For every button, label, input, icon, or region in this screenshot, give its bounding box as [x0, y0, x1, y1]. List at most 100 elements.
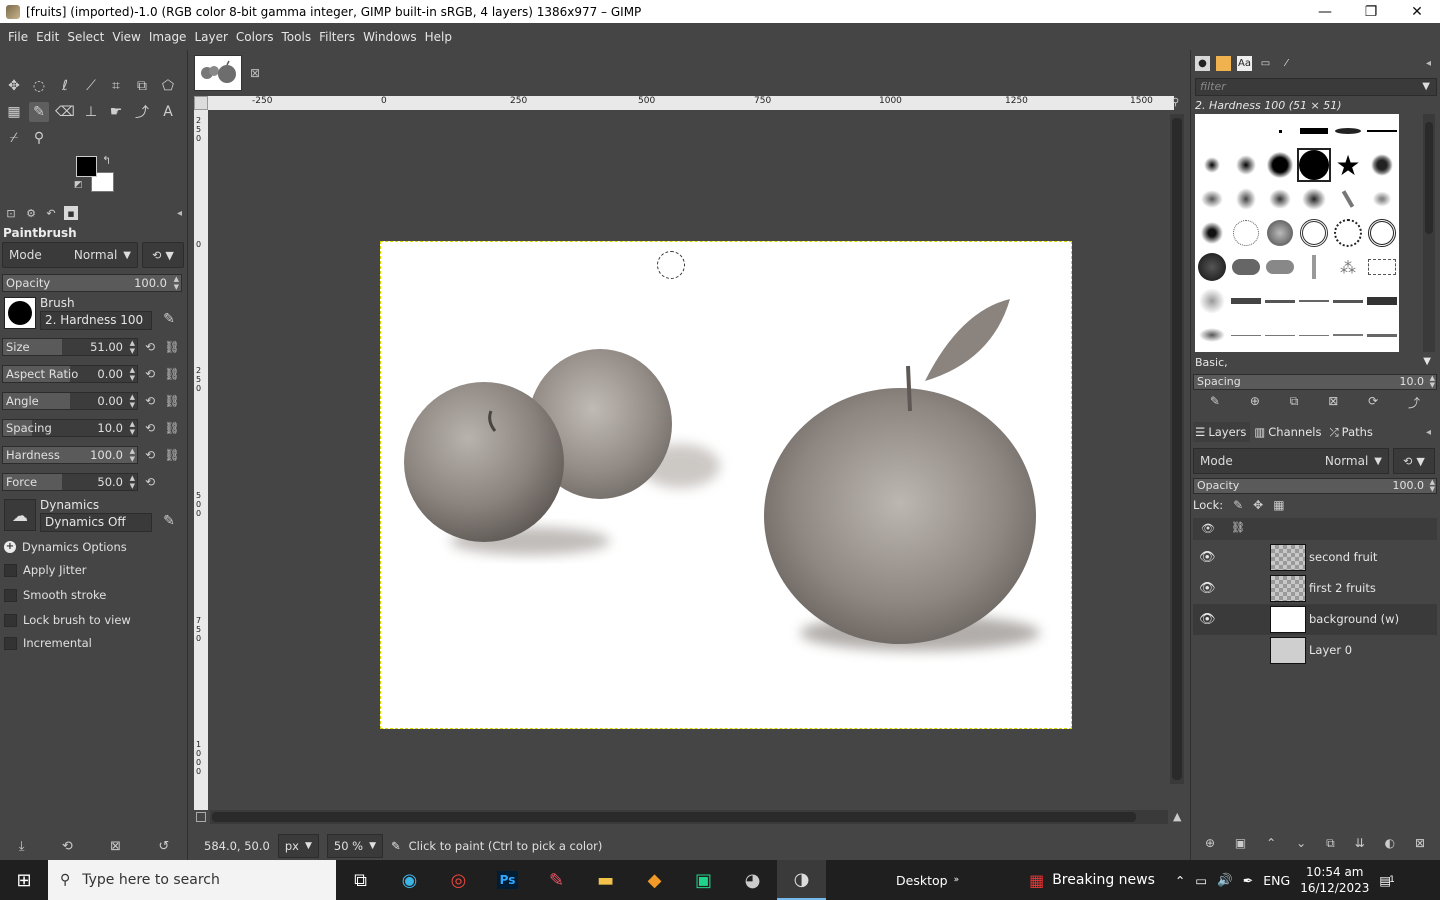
brush-dots-icon[interactable]	[1195, 216, 1229, 250]
fonts-tab-icon[interactable]: Aa	[1237, 55, 1252, 71]
minimize-button[interactable]: —	[1302, 0, 1348, 23]
link-aspect-icon[interactable]: ⛓	[164, 365, 180, 383]
apply-jitter-checkbox[interactable]: Apply Jitter	[4, 563, 87, 577]
edit-dynamics-icon[interactable]: ✎	[158, 510, 180, 532]
menu-tools[interactable]: Tools	[278, 30, 316, 44]
menu-colors[interactable]: Colors	[232, 30, 278, 44]
foreground-color-swatch[interactable]	[76, 156, 97, 177]
brush-stroke-5-icon[interactable]	[1365, 284, 1399, 318]
spin-arrows-icon[interactable]: ▲ ▼	[130, 447, 135, 463]
new-layer-icon[interactable]: ⊕	[1205, 836, 1215, 854]
edit-brush-button-icon[interactable]: ✎	[1210, 394, 1220, 412]
layer-mode-select[interactable]: Mode Normal ▼	[1193, 448, 1389, 474]
lock-position-icon[interactable]: ✥	[1253, 498, 1263, 512]
layer-name[interactable]: Layer 0	[1309, 643, 1352, 657]
reset-aspect-icon[interactable]: ⟲	[142, 365, 158, 383]
fuzzy-select-icon[interactable]: ⟋	[81, 76, 101, 96]
aspect-ratio-slider[interactable]: Aspect Ratio 0.00 ▲ ▼	[2, 365, 138, 383]
brush-grid-scrollbar[interactable]	[1423, 114, 1435, 352]
lock-pixels-icon[interactable]: ✎	[1233, 498, 1243, 512]
image-tab-thumbnail[interactable]	[194, 55, 242, 91]
pen-icon[interactable]: ✒	[1243, 873, 1253, 888]
menu-image[interactable]: Image	[145, 30, 191, 44]
paths-icon[interactable]: ⤴	[132, 102, 152, 122]
zoom-icon[interactable]: ⚲	[29, 128, 49, 148]
paint-icon[interactable]: ✎	[532, 860, 581, 900]
edge-icon[interactable]: ◉	[385, 860, 434, 900]
windows-start-icon[interactable]: ⊞	[0, 860, 48, 900]
reset-force-icon[interactable]: ⟲	[142, 473, 158, 491]
spacing-slider[interactable]: Spacing 10.0 ▲ ▼	[2, 419, 138, 437]
brush-thin-3-icon[interactable]	[1297, 318, 1331, 352]
layer-row[interactable]: Layer 0	[1193, 635, 1437, 666]
menu-file[interactable]: File	[4, 30, 32, 44]
restore-preset-icon[interactable]: ⟲	[62, 839, 73, 854]
brush-preview[interactable]	[4, 297, 36, 329]
horizontal-ruler[interactable]: -250 0 250 500 750 1000 1250 1500	[208, 96, 1174, 110]
brush-thin-1-icon[interactable]	[1229, 318, 1263, 352]
zoom-select[interactable]: 50 % ▼	[326, 834, 384, 858]
images-tab-icon[interactable]: ▪	[64, 206, 78, 220]
delete-brush-icon[interactable]: ⊠	[1328, 394, 1338, 412]
edit-brush-icon[interactable]: ✎	[158, 308, 180, 330]
duplicate-brush-icon[interactable]: ⧉	[1290, 394, 1299, 412]
brush-hardness-100-icon[interactable]	[1297, 148, 1331, 182]
reset-spacing-icon[interactable]: ⟲	[142, 419, 158, 437]
layer-row[interactable]: 👁 second fruit	[1193, 542, 1437, 573]
move-tool-icon[interactable]: ✥	[4, 76, 24, 96]
reset-size-icon[interactable]: ⟲	[142, 338, 158, 356]
sublime-icon[interactable]: ◆	[630, 860, 679, 900]
gimp-window-icon[interactable]: ◑	[777, 860, 826, 900]
snipping-tool-icon[interactable]: ▣	[679, 860, 728, 900]
layer-name[interactable]: first 2 fruits	[1309, 581, 1376, 595]
layer-opacity-slider[interactable]: Opacity 100.0 ▲ ▼	[1193, 478, 1437, 494]
brush-tag-select[interactable]: Basic, ▼	[1195, 356, 1437, 372]
dynamics-name-field[interactable]: Dynamics Off	[40, 513, 152, 532]
brush-grunge-icon[interactable]	[1195, 250, 1229, 284]
brush-texture-5-icon[interactable]	[1331, 182, 1365, 216]
restore-button[interactable]: ❐	[1348, 0, 1394, 23]
brush-fuzzy-icon[interactable]	[1229, 148, 1263, 182]
image-canvas[interactable]	[380, 241, 1072, 729]
menu-help[interactable]: Help	[421, 30, 456, 44]
menu-filters[interactable]: Filters	[315, 30, 359, 44]
brush-texture-4-icon[interactable]	[1297, 182, 1331, 216]
gradient-icon[interactable]: ▦	[4, 102, 24, 122]
lock-brush-checkbox[interactable]: Lock brush to view	[4, 613, 131, 627]
brush-charcoal-icon[interactable]	[1263, 250, 1297, 284]
brush-texture-6-icon[interactable]	[1365, 182, 1399, 216]
brush-stroke-3-icon[interactable]	[1297, 284, 1331, 318]
news-icon[interactable]: ▦	[1029, 871, 1044, 890]
spin-arrows-icon[interactable]: ▲ ▼	[1430, 479, 1435, 493]
link-angle-icon[interactable]: ⛓	[164, 392, 180, 410]
brush-stroke-4-icon[interactable]	[1331, 284, 1365, 318]
brush-grass-icon[interactable]	[1297, 250, 1331, 284]
smudge-icon[interactable]: ☛	[106, 102, 126, 122]
brush-chalk-icon[interactable]	[1229, 250, 1263, 284]
menu-windows[interactable]: Windows	[359, 30, 421, 44]
brush-filter-input[interactable]: filter ▼	[1195, 78, 1437, 96]
lasso-icon[interactable]: ℓ	[55, 76, 75, 96]
desktop-toolbar[interactable]: Desktop	[896, 873, 948, 888]
horizontal-scrollbar[interactable]	[210, 810, 1168, 824]
force-slider[interactable]: Force 50.0 ▲ ▼	[2, 473, 138, 491]
text-icon[interactable]: A	[158, 102, 178, 122]
spin-arrows-icon[interactable]: ▲ ▼	[130, 393, 135, 409]
gimp-icon[interactable]: ◕	[728, 860, 777, 900]
brush-cells-icon[interactable]	[1263, 216, 1297, 250]
menu-layer[interactable]: Layer	[190, 30, 231, 44]
mode-reset-button[interactable]: ⟲ ▼	[142, 242, 184, 268]
tool-options-tab-icon[interactable]: ⊡	[4, 206, 18, 220]
crop-icon[interactable]: ⌗	[106, 76, 126, 96]
spin-arrows-icon[interactable]: ▲ ▼	[130, 420, 135, 436]
reset-angle-icon[interactable]: ⟲	[142, 392, 158, 410]
color-picker-icon[interactable]: ⌿	[4, 128, 24, 148]
clone-icon[interactable]: ⊥	[81, 102, 101, 122]
refresh-brushes-icon[interactable]: ⟳	[1368, 394, 1378, 412]
reset-defaults-icon[interactable]: ↺	[158, 839, 169, 854]
brush-fuzzy-small-icon[interactable]	[1195, 148, 1229, 182]
layer-row[interactable]: 👁 background (w)	[1193, 604, 1437, 635]
dynamics-preview[interactable]: ☁	[4, 499, 36, 531]
brush-block-icon[interactable]	[1297, 114, 1331, 148]
paintbrush-icon[interactable]: ✎	[29, 102, 49, 122]
